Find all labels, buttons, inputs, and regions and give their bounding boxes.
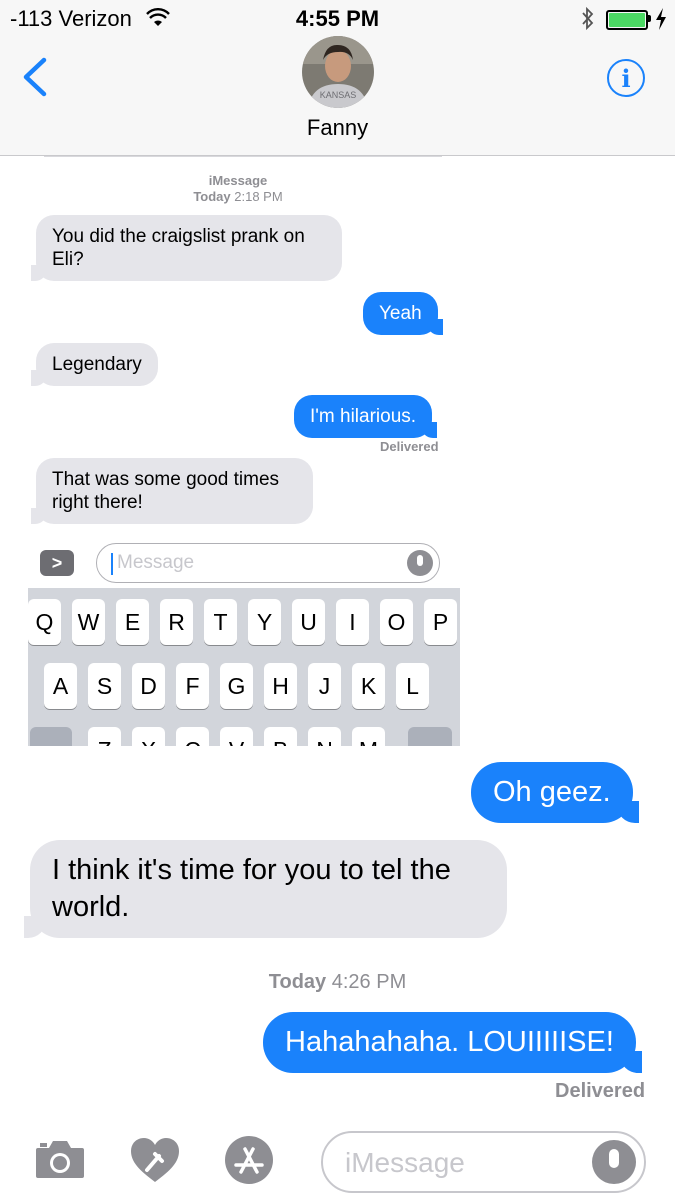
message-line: I think it's time for you to tel the <box>52 854 451 886</box>
key-s[interactable]: S <box>88 663 121 709</box>
contact-avatar[interactable]: KANSAS <box>302 36 374 108</box>
key-o[interactable]: O <box>380 599 413 645</box>
timestamp-day: Today <box>268 971 327 993</box>
message-line: right there! <box>52 492 143 513</box>
key-i[interactable]: I <box>336 599 369 645</box>
key-u[interactable]: U <box>292 599 325 645</box>
battery-level-fill <box>609 13 645 27</box>
key-y[interactable]: Y <box>248 599 281 645</box>
key-q[interactable]: Q <box>28 599 61 645</box>
microphone-icon[interactable] <box>407 550 433 576</box>
bluetooth-icon <box>582 6 594 31</box>
message-line: That was some good times <box>52 469 280 490</box>
message-line: Eli? <box>52 249 84 270</box>
backspace-key[interactable] <box>408 727 452 746</box>
key-l[interactable]: L <box>396 663 429 709</box>
service-label: iMessage <box>208 173 268 188</box>
key-r[interactable]: R <box>160 599 193 645</box>
battery-icon <box>606 10 648 30</box>
key-m[interactable]: M <box>352 727 385 746</box>
conversation-timestamp: Today 4:26 PM <box>0 971 675 994</box>
key-c[interactable]: C <box>176 727 209 746</box>
charging-bolt-icon <box>656 8 666 30</box>
received-message[interactable]: You did the craigslist prank on Eli? <box>31 215 342 281</box>
back-chevron-icon[interactable] <box>20 57 48 97</box>
small-input-placeholder: Message <box>117 552 195 573</box>
avatar-shirt-text: KANSAS <box>320 90 357 100</box>
received-message[interactable]: That was some good times right there! <box>31 458 313 524</box>
small-message-input[interactable]: Message <box>96 543 440 583</box>
battery-tip <box>648 15 651 22</box>
camera-icon[interactable] <box>34 1138 86 1180</box>
key-f[interactable]: F <box>176 663 209 709</box>
digital-touch-heart-icon[interactable] <box>129 1136 181 1184</box>
key-h[interactable]: H <box>264 663 297 709</box>
key-a[interactable]: A <box>44 663 77 709</box>
key-v[interactable]: V <box>220 727 253 746</box>
text-cursor <box>111 553 113 575</box>
key-k[interactable]: K <box>352 663 385 709</box>
info-icon[interactable]: i <box>607 59 645 97</box>
key-z[interactable]: Z <box>88 727 121 746</box>
key-g[interactable]: G <box>220 663 253 709</box>
received-message[interactable]: Legendary <box>31 343 158 386</box>
input-placeholder: iMessage <box>345 1147 465 1178</box>
microphone-icon[interactable] <box>592 1140 636 1184</box>
key-e[interactable]: E <box>116 599 149 645</box>
timestamp-time: 2:18 PM <box>234 189 283 204</box>
embedded-divider <box>44 156 442 157</box>
key-n[interactable]: N <box>308 727 341 746</box>
key-p[interactable]: P <box>424 599 457 645</box>
sent-message[interactable]: I'm hilarious. <box>294 395 438 438</box>
delivered-label: Delivered <box>380 439 439 454</box>
embedded-timestamp: Today 2:18 PM <box>28 189 448 204</box>
shift-key[interactable] <box>30 727 72 746</box>
message-line: You did the craigslist prank on <box>52 226 305 247</box>
status-time: 4:55 PM <box>295 6 380 31</box>
timestamp-time: 4:26 PM <box>331 971 407 993</box>
key-x[interactable]: X <box>132 727 165 746</box>
key-w[interactable]: W <box>72 599 105 645</box>
received-message[interactable]: I think it's time for you to tel the wor… <box>24 840 507 938</box>
sent-message[interactable]: Hahahahaha. LOUIIIIISE! <box>263 1012 642 1073</box>
key-d[interactable]: D <box>132 663 165 709</box>
sent-message[interactable]: Yeah <box>363 292 443 335</box>
key-t[interactable]: T <box>204 599 237 645</box>
app-store-icon[interactable] <box>224 1135 274 1185</box>
message-line: world. <box>52 891 130 923</box>
sent-message[interactable]: Oh geez. <box>471 762 639 823</box>
expand-apps-button[interactable]: > <box>40 550 74 576</box>
imessage-input[interactable]: iMessage <box>321 1131 646 1193</box>
delivered-label: Delivered <box>555 1080 646 1102</box>
key-b[interactable]: B <box>264 727 297 746</box>
timestamp-day: Today <box>193 189 231 204</box>
contact-name[interactable]: Fanny <box>0 115 675 141</box>
avatar-photo: KANSAS <box>302 36 374 108</box>
key-j[interactable]: J <box>308 663 341 709</box>
embedded-screenshot: iMessage Today 2:18 PM You did the craig… <box>28 156 460 746</box>
